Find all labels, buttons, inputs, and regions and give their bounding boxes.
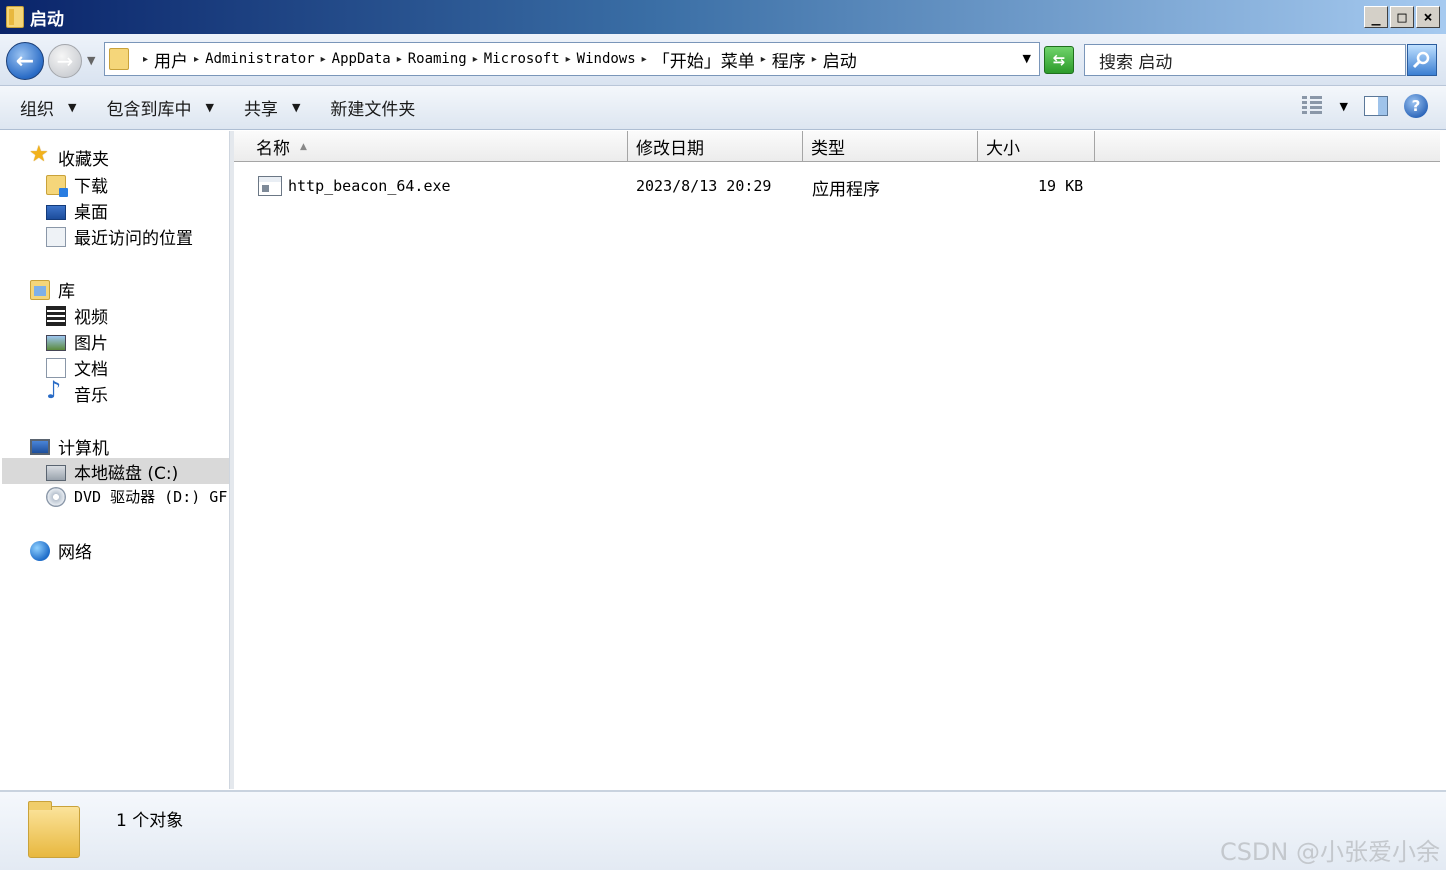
title-bar: 启动 _ □ × [0, 0, 1446, 34]
chevron-right-icon[interactable]: ▸ [642, 54, 647, 65]
music-note-icon [46, 376, 66, 404]
chevron-right-icon[interactable]: ▸ [194, 54, 199, 65]
preview-pane-icon[interactable] [1364, 96, 1388, 116]
breadcrumb-item-appdata[interactable]: ▸ AppData [315, 51, 391, 67]
folder-icon [109, 48, 129, 70]
chevron-down-icon: ▼ [68, 101, 77, 114]
breadcrumb-item-windows[interactable]: ▸ Windows [560, 51, 636, 67]
new-folder-button[interactable]: 新建文件夹 [320, 86, 425, 130]
column-date[interactable]: 修改日期 [628, 131, 803, 162]
breadcrumb-item-users[interactable]: ▸ 用户 [137, 47, 188, 72]
watermark: CSDN @小张爱小余 [1219, 838, 1440, 866]
refresh-button[interactable]: ⇆ [1044, 46, 1074, 74]
file-size: 19 KB [1038, 177, 1084, 195]
back-button[interactable]: ← [6, 42, 44, 80]
nav-computer[interactable]: 计算机 [30, 434, 109, 459]
breadcrumb-item-startup[interactable]: ▸ 启动 [806, 47, 857, 72]
column-header: 名称 ▲ 修改日期 类型 大小 [234, 131, 1440, 162]
breadcrumb: ▸ 用户 ▸ Administrator ▸ AppData ▸ Roaming ▸ Mi… [137, 47, 857, 72]
view-dropdown-icon[interactable]: ▼ [1340, 100, 1348, 113]
search-icon [1412, 51, 1430, 69]
column-size[interactable]: 大小 [978, 131, 1095, 162]
nav-desktop[interactable]: 桌面 [46, 198, 108, 223]
view-options-icon[interactable] [1301, 96, 1324, 116]
include-in-library-button[interactable]: 包含到库中 ▼ [96, 86, 223, 130]
minimize-button[interactable]: _ [1364, 6, 1388, 28]
nav-recent-places[interactable]: 最近访问的位置 [46, 224, 193, 249]
nav-music[interactable]: 音乐 [46, 376, 108, 407]
column-name[interactable]: 名称 ▲ [234, 131, 628, 162]
column-type[interactable]: 类型 [803, 131, 978, 162]
desktop-icon [46, 204, 66, 220]
table-row[interactable]: http_beacon_64.exe 2023/8/13 20:29 应用程序 … [234, 173, 1440, 200]
nav-downloads[interactable]: 下载 [46, 172, 108, 197]
folder-icon [6, 6, 24, 28]
chevron-right-icon[interactable]: ▸ [566, 54, 571, 65]
dvd-drive-icon [46, 486, 66, 507]
executable-file-icon [258, 176, 282, 196]
sort-ascending-icon: ▲ [300, 141, 307, 152]
address-row: ← → ▼ ▸ 用户 ▸ Administrator ▸ AppData ▸ Roami… [0, 34, 1446, 86]
arrow-right-icon: → [56, 49, 74, 73]
nav-favorites[interactable]: 收藏夹 [29, 142, 109, 171]
folder-icon [28, 801, 80, 858]
library-icon [30, 279, 50, 300]
help-icon[interactable]: ? [1404, 94, 1428, 118]
network-icon [30, 540, 50, 561]
share-button[interactable]: 共享 ▼ [234, 86, 310, 130]
window-title: 启动 [30, 9, 64, 30]
chevron-down-icon: ▼ [291, 101, 301, 114]
file-list: 名称 ▲ 修改日期 类型 大小 http_beacon_64.exe 2023/8… [234, 131, 1440, 789]
item-count: 1 个对象 [116, 811, 184, 831]
nav-videos[interactable]: 视频 [46, 303, 108, 328]
chevron-right-icon[interactable]: ▸ [143, 54, 148, 65]
maximize-button[interactable]: □ [1390, 6, 1414, 28]
chevron-right-icon[interactable]: ▸ [397, 54, 402, 65]
breadcrumb-item-microsoft[interactable]: ▸ Microsoft [467, 51, 560, 67]
video-icon [46, 305, 66, 326]
history-dropdown[interactable]: ▼ [87, 54, 95, 67]
file-date: 2023/8/13 20:29 [636, 177, 772, 195]
star-icon [29, 142, 50, 168]
chevron-right-icon[interactable]: ▸ [761, 54, 766, 65]
downloads-folder-icon [46, 174, 68, 197]
command-toolbar: 组织 ▼ 包含到库中 ▼ 共享 ▼ 新建文件夹 ▼ ? [0, 86, 1446, 130]
window-controls: _ □ × [1364, 6, 1440, 28]
chevron-right-icon[interactable]: ▸ [321, 54, 326, 65]
nav-network[interactable]: 网络 [30, 538, 92, 563]
recent-places-icon [46, 226, 66, 247]
organize-button[interactable]: 组织 ▼ [10, 86, 86, 130]
chevron-down-icon: ▼ [205, 101, 214, 114]
search-button[interactable] [1407, 44, 1437, 76]
forward-button[interactable]: → [48, 44, 82, 78]
breadcrumb-item-programs[interactable]: ▸ 程序 [755, 47, 806, 72]
hard-disk-icon [46, 464, 66, 481]
search-input[interactable]: 搜索 启动 [1084, 44, 1406, 76]
status-bar: 1 个对象 CSDN @小张爱小余 [0, 790, 1446, 870]
file-name: http_beacon_64.exe [288, 177, 451, 195]
nav-local-disk-c[interactable]: 本地磁盘 (C:) [2, 458, 229, 484]
chevron-right-icon[interactable]: ▸ [812, 54, 817, 65]
nav-pictures[interactable]: 图片 [46, 329, 108, 354]
breadcrumb-item-start-menu[interactable]: ▸ 「开始」菜单 [636, 47, 755, 72]
file-type: 应用程序 [812, 180, 880, 200]
close-button[interactable]: × [1416, 6, 1440, 28]
arrow-left-icon: ← [15, 48, 35, 74]
nav-libraries[interactable]: 库 [30, 277, 75, 302]
nav-dvd-drive[interactable]: DVD 驱动器 (D:) GF [46, 486, 227, 507]
address-bar[interactable]: ▸ 用户 ▸ Administrator ▸ AppData ▸ Roaming ▸ Mi… [104, 42, 1040, 76]
document-icon [46, 357, 66, 378]
breadcrumb-item-roaming[interactable]: ▸ Roaming [391, 51, 467, 67]
refresh-icon: ⇆ [1052, 51, 1066, 69]
chevron-right-icon[interactable]: ▸ [473, 54, 478, 65]
navigation-pane: 收藏夹 下载 桌面 最近访问的位置 库 视频 图片 文档 音乐 计算机 本地磁盘… [0, 131, 230, 789]
picture-icon [46, 334, 66, 351]
computer-icon [30, 439, 50, 455]
toolbar-right: ▼ ? [1301, 94, 1428, 118]
address-dropdown[interactable]: ▼ [1023, 52, 1031, 65]
breadcrumb-item-administrator[interactable]: ▸ Administrator [188, 51, 315, 67]
